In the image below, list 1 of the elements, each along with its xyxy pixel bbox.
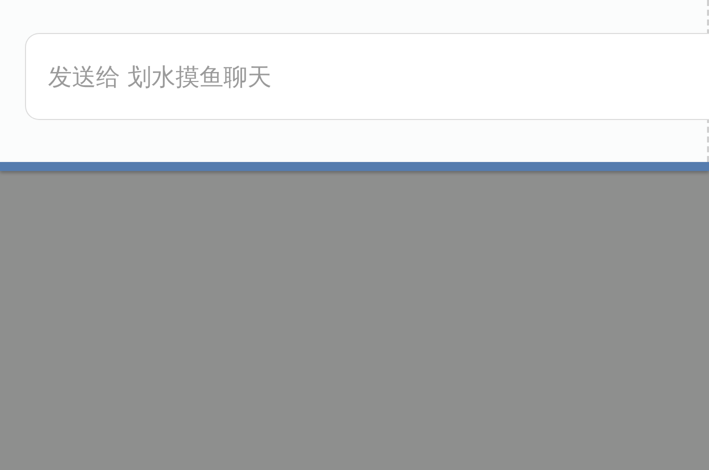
message-input[interactable]: 发送给 划水摸鱼聊天 bbox=[25, 33, 709, 120]
